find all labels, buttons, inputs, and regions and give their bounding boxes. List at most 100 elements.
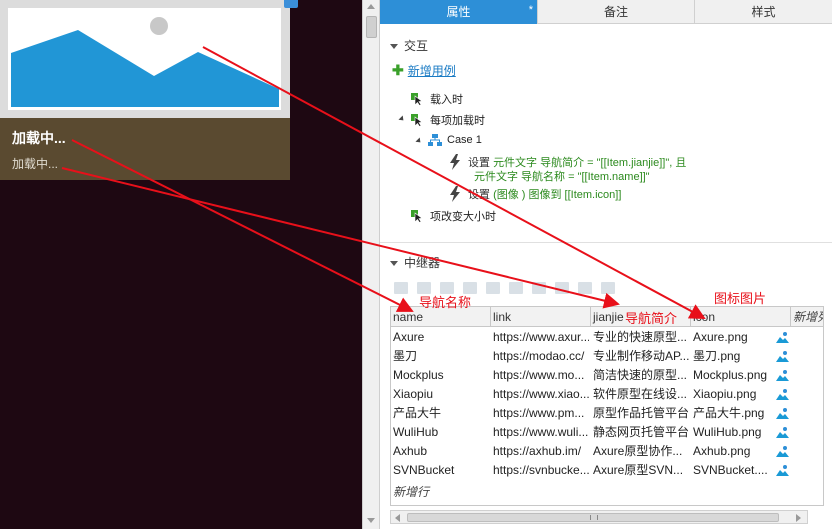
table-row[interactable]: Axure https://www.axur... 专业的快速原型... Axure.… xyxy=(391,328,823,347)
action-set-text[interactable]: 设置 元件文字 导航简介 = "[[Item.jianjie]]", 且 元件文… xyxy=(468,156,686,184)
table-row[interactable]: WuliHub https://www.wuli... 静态网页托管平台 WuliHu… xyxy=(391,423,823,442)
image-placeholder[interactable] xyxy=(0,0,290,118)
cell-link[interactable]: https://www.wuli... xyxy=(491,423,589,442)
table-row[interactable]: Xiaopiu https://www.xiao... 软件原型在线设... Xiao… xyxy=(391,385,823,404)
tab-notes[interactable]: 备注 xyxy=(538,0,695,24)
image-file-icon[interactable] xyxy=(776,331,789,343)
tree-expand-icon[interactable] xyxy=(415,137,423,145)
table-row[interactable]: Axhub https://axhub.im/Axure原型协作... Axhub.… xyxy=(391,442,823,461)
cell-icon[interactable]: Xiaopiu.png xyxy=(691,385,773,404)
cell-icon[interactable]: 墨刀.png xyxy=(691,347,773,366)
add-case-link[interactable]: ✚ 新增用例 xyxy=(392,62,456,79)
cell-jianjie[interactable]: 专业的快速原型... xyxy=(591,328,689,347)
image-file-icon[interactable] xyxy=(776,464,789,476)
widget-handle[interactable] xyxy=(284,0,298,8)
add-column-left-icon[interactable] xyxy=(509,282,523,294)
nav-intro-text[interactable]: 加载中... xyxy=(12,155,58,172)
scroll-thumb[interactable] xyxy=(407,513,779,522)
cell-name[interactable]: Mockplus xyxy=(391,366,489,385)
nav-name-text[interactable]: 加载中... xyxy=(12,128,66,148)
scroll-right-arrow-icon[interactable] xyxy=(796,514,801,522)
cell-jianjie[interactable]: 静态网页托管平台 xyxy=(591,423,689,442)
add-column-right-icon[interactable] xyxy=(532,282,546,294)
cell-jianjie[interactable]: 专业制作移动AP... xyxy=(591,347,689,366)
image-file-icon[interactable] xyxy=(776,369,789,381)
cell-jianjie[interactable]: 简洁快速的原型... xyxy=(591,366,689,385)
table-row[interactable]: 墨刀 https://modao.cc/专业制作移动AP... 墨刀.png xyxy=(391,347,823,366)
event-on-item-load[interactable]: 每项加载时 xyxy=(410,112,485,128)
cell-link[interactable]: https://axhub.im/ xyxy=(491,442,589,461)
scroll-thumb[interactable] xyxy=(366,16,377,38)
cell-link[interactable]: https://svnbucke... xyxy=(491,461,589,480)
cell-jianjie[interactable]: 原型作品托管平台 xyxy=(591,404,689,423)
cell-icon[interactable]: Axhub.png xyxy=(691,442,773,461)
scroll-up-arrow-icon[interactable] xyxy=(367,4,375,9)
event-on-load[interactable]: 载入时 xyxy=(410,91,463,107)
column-header-add-new[interactable]: 新增列 xyxy=(791,307,823,327)
event-label: 每项加载时 xyxy=(430,115,485,127)
scroll-left-arrow-icon[interactable] xyxy=(395,514,400,522)
section-title: 中继器 xyxy=(404,256,441,270)
section-title: 交互 xyxy=(404,39,429,53)
cell-link[interactable]: https://www.axur... xyxy=(491,328,589,347)
cell-name[interactable]: Xiaopiu xyxy=(391,385,489,404)
cell-link[interactable]: https://www.mo... xyxy=(491,366,589,385)
cell-icon[interactable]: WuliHub.png xyxy=(691,423,773,442)
table-row[interactable]: Mockplus https://www.mo... 简洁快速的原型... Mockp… xyxy=(391,366,823,385)
cell-jianjie[interactable]: 软件原型在线设... xyxy=(591,385,689,404)
cell-name[interactable]: Axure xyxy=(391,328,489,347)
case-label: Case 1 xyxy=(447,134,482,146)
add-new-row[interactable]: 新增行 xyxy=(393,483,429,500)
delete-column-icon[interactable] xyxy=(555,282,569,294)
table-row[interactable]: SVNBucket https://svnbucke... Axure原型SVN..… xyxy=(391,461,823,480)
column-header-icon[interactable]: icon xyxy=(691,307,791,327)
repeater-item-card[interactable]: 加载中... 加载中... xyxy=(0,0,298,180)
tab-label: 属性 xyxy=(446,5,471,19)
add-case-label: 新增用例 xyxy=(407,64,456,78)
tab-style[interactable]: 样式 xyxy=(695,0,832,24)
canvas-vertical-scrollbar[interactable] xyxy=(362,0,380,529)
image-file-icon[interactable] xyxy=(776,426,789,438)
cell-name[interactable]: WuliHub xyxy=(391,423,489,442)
table-row[interactable]: 产品大牛 https://www.pm... 原型作品托管平台 产品大牛.png xyxy=(391,404,823,423)
interaction-section-header[interactable]: 交互 xyxy=(390,37,428,54)
action-detail-line2: 元件文字 导航名称 = "[[Item.name]]" xyxy=(474,171,650,183)
collapse-arrow-icon[interactable] xyxy=(390,44,398,50)
cell-name[interactable]: SVNBucket xyxy=(391,461,489,480)
tree-expand-icon[interactable] xyxy=(398,115,406,123)
cell-link[interactable]: https://modao.cc/ xyxy=(491,347,589,366)
image-file-icon[interactable] xyxy=(776,388,789,400)
case-1[interactable]: Case 1 xyxy=(428,134,482,146)
cell-icon[interactable]: SVNBucket.... xyxy=(691,461,773,480)
cell-link[interactable]: https://www.pm... xyxy=(491,404,589,423)
cell-icon[interactable]: 产品大牛.png xyxy=(691,404,773,423)
action-bolt-icon xyxy=(450,154,460,170)
collapse-arrow-icon[interactable] xyxy=(390,261,398,267)
column-header-link[interactable]: link xyxy=(491,307,591,327)
cell-name[interactable]: 墨刀 xyxy=(391,347,489,366)
event-on-item-resize[interactable]: 项改变大小时 xyxy=(410,208,496,224)
cell-name[interactable]: 产品大牛 xyxy=(391,404,489,423)
move-right-icon[interactable] xyxy=(601,282,615,294)
image-file-icon[interactable] xyxy=(776,445,789,457)
annotation-label-name: 导航名称 xyxy=(419,295,472,310)
cell-jianjie[interactable]: Axure原型SVN... xyxy=(591,461,689,480)
plus-icon: ✚ xyxy=(392,62,404,78)
move-left-icon[interactable] xyxy=(578,282,592,294)
action-set-image[interactable]: 设置 (图像 ) 图像到 [[Item.icon]] xyxy=(468,188,621,202)
scroll-down-arrow-icon[interactable] xyxy=(367,518,375,523)
cell-icon[interactable]: Mockplus.png xyxy=(691,366,773,385)
design-canvas[interactable]: 加载中... 加载中... xyxy=(0,0,362,529)
image-file-icon[interactable] xyxy=(776,407,789,419)
cell-jianjie[interactable]: Axure原型协作... xyxy=(591,442,689,461)
image-file-icon[interactable] xyxy=(776,350,789,362)
cell-link[interactable]: https://www.xiao... xyxy=(491,385,589,404)
insert-row-icon[interactable] xyxy=(394,282,408,294)
cell-icon[interactable]: Axure.png xyxy=(691,328,773,347)
cell-name[interactable]: Axhub xyxy=(391,442,489,461)
repeater-section-header[interactable]: 中继器 xyxy=(390,254,440,271)
repeater-data-grid[interactable]: name link jianjie icon 新增列 Axurehttps://… xyxy=(390,306,824,506)
move-down-icon[interactable] xyxy=(486,282,500,294)
grid-horizontal-scrollbar[interactable] xyxy=(390,510,808,524)
tab-properties[interactable]: 属性 * xyxy=(380,0,538,24)
